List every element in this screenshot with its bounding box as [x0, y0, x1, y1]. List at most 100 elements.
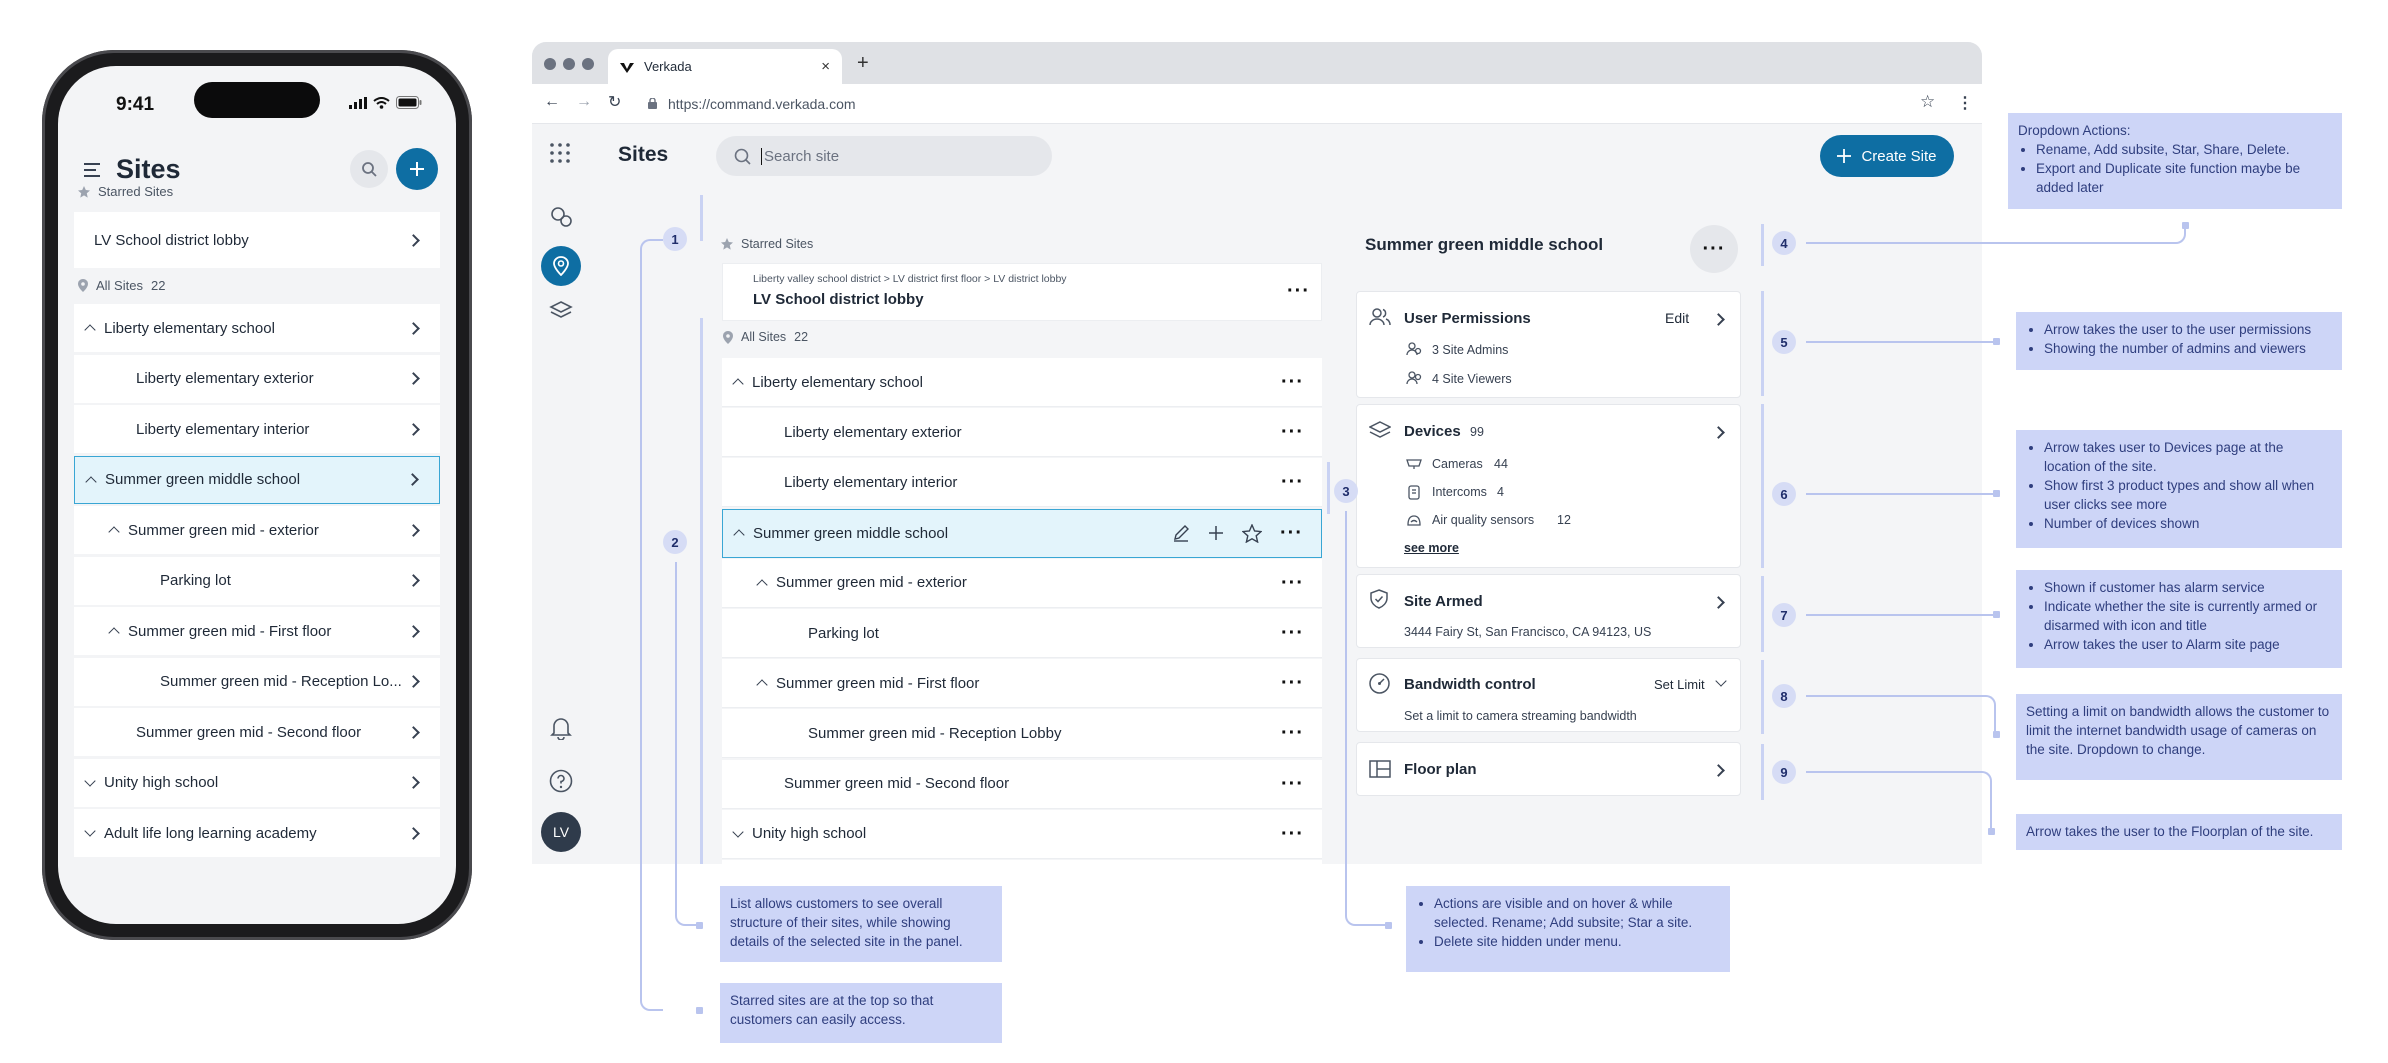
- chevron-right-icon[interactable]: [1712, 426, 1725, 439]
- chevron-right-icon[interactable]: [406, 473, 419, 486]
- edit-pencil-icon[interactable]: [1172, 524, 1190, 542]
- chevron-right-icon[interactable]: [407, 675, 420, 688]
- chevron-down-icon[interactable]: [1715, 675, 1727, 687]
- collapse-icon[interactable]: [108, 526, 120, 538]
- site-row[interactable]: Unity high school ···: [722, 809, 1322, 859]
- chevron-right-icon[interactable]: [407, 321, 420, 335]
- phone-site-row[interactable]: Summer green mid - First floor: [74, 607, 440, 655]
- star-outline-icon[interactable]: [1242, 523, 1263, 543]
- edit-permissions-button[interactable]: Edit: [1665, 310, 1689, 326]
- site-row[interactable]: Summer green middle school ···: [722, 508, 1322, 558]
- collapse-icon[interactable]: [732, 378, 744, 390]
- site-armed-card[interactable]: Site Armed 3444 Fairy St, San Francisco,…: [1356, 574, 1741, 648]
- phone-site-row[interactable]: Summer green mid - exterior: [74, 506, 440, 554]
- chevron-right-icon[interactable]: [407, 624, 420, 638]
- forward-icon[interactable]: →: [576, 93, 592, 111]
- chevron-right-icon[interactable]: [1712, 313, 1725, 326]
- phone-site-row[interactable]: Unity high school: [74, 758, 440, 807]
- more-actions-icon[interactable]: ···: [1281, 673, 1304, 693]
- browser-menu-icon[interactable]: ⋮: [1957, 93, 1973, 113]
- collapse-icon[interactable]: [733, 529, 745, 541]
- collapse-icon[interactable]: [756, 679, 768, 691]
- help-icon[interactable]: [549, 769, 573, 793]
- close-dot[interactable]: [544, 58, 556, 70]
- floor-plan-card[interactable]: Floor plan: [1356, 742, 1741, 796]
- site-row[interactable]: Liberty elementary exterior ···: [722, 408, 1322, 458]
- minimize-dot[interactable]: [563, 58, 575, 70]
- site-row[interactable]: Summer green mid - First floor ···: [722, 659, 1322, 709]
- collapse-icon[interactable]: [85, 475, 97, 488]
- chevron-right-icon[interactable]: [407, 574, 420, 587]
- more-actions-icon[interactable]: ···: [1281, 573, 1304, 593]
- chevron-right-icon[interactable]: [407, 523, 420, 537]
- reload-icon[interactable]: ↻: [608, 92, 621, 112]
- more-actions-icon[interactable]: ···: [1281, 774, 1304, 794]
- site-row[interactable]: Summer green mid - exterior ···: [722, 558, 1322, 608]
- phone-site-row[interactable]: Summer green middle school: [74, 455, 440, 504]
- site-row[interactable]: Liberty elementary school ···: [722, 358, 1322, 407]
- phone-site-row[interactable]: Liberty elementary interior: [74, 405, 440, 453]
- browser-tab[interactable]: Verkada ×: [608, 49, 842, 84]
- expand-icon[interactable]: [732, 826, 744, 838]
- site-row[interactable]: Parking lot ···: [722, 609, 1322, 658]
- close-tab-icon[interactable]: ×: [821, 58, 830, 75]
- bookmark-star-icon[interactable]: ☆: [1920, 92, 1935, 112]
- site-row[interactable]: Adult life long learning academy···: [722, 860, 1322, 864]
- chevron-right-icon[interactable]: [407, 776, 420, 789]
- back-icon[interactable]: ←: [544, 93, 560, 111]
- site-row[interactable]: Summer green mid - Second floor ···: [722, 759, 1322, 809]
- more-actions-icon[interactable]: ···: [1281, 472, 1304, 492]
- devices-card[interactable]: Devices 99 Cameras 44 Intercoms 4 Air qu…: [1356, 404, 1741, 568]
- site-row[interactable]: Liberty elementary interior ···: [722, 458, 1322, 508]
- org-settings-icon[interactable]: [549, 206, 573, 228]
- chevron-right-icon[interactable]: [407, 372, 420, 385]
- chevron-right-icon[interactable]: [1712, 596, 1725, 609]
- more-actions-icon[interactable]: ···: [1287, 281, 1310, 301]
- chevron-right-icon[interactable]: [1712, 764, 1725, 777]
- phone-site-row[interactable]: Liberty elementary school: [74, 304, 440, 352]
- apps-grid-icon[interactable]: [549, 142, 571, 164]
- site-row[interactable]: Summer green mid - Reception Lobby ···: [722, 709, 1322, 759]
- add-subsite-icon[interactable]: [1208, 525, 1224, 541]
- chevron-right-icon[interactable]: [407, 422, 420, 436]
- search-field[interactable]: Search site: [716, 136, 1052, 176]
- phone-site-row[interactable]: Summer green mid - Second floor: [74, 708, 440, 756]
- user-avatar[interactable]: LV: [541, 812, 581, 852]
- detail-more-button[interactable]: ···: [1690, 225, 1738, 273]
- more-actions-icon[interactable]: ···: [1280, 523, 1303, 543]
- starred-site-card[interactable]: LV School district lobby: [74, 212, 440, 268]
- collapse-icon[interactable]: [84, 324, 96, 336]
- collapse-icon[interactable]: [108, 627, 120, 639]
- expand-icon[interactable]: [84, 825, 96, 837]
- chevron-right-icon[interactable]: [407, 725, 420, 739]
- more-actions-icon[interactable]: ···: [1281, 723, 1304, 743]
- more-actions-icon[interactable]: ···: [1281, 824, 1304, 844]
- devices-nav-icon[interactable]: [549, 300, 573, 322]
- add-site-button[interactable]: [396, 148, 438, 190]
- starred-site-row[interactable]: Liberty valley school district > LV dist…: [722, 263, 1322, 321]
- menu-icon[interactable]: [84, 162, 100, 177]
- new-tab-icon[interactable]: +: [857, 52, 869, 75]
- more-actions-icon[interactable]: ···: [1281, 422, 1304, 442]
- more-actions-icon[interactable]: ···: [1281, 623, 1304, 643]
- expand-icon[interactable]: [84, 774, 96, 787]
- notifications-bell-icon[interactable]: [550, 716, 572, 740]
- search-input[interactable]: Search site: [761, 147, 839, 165]
- create-site-button[interactable]: Create Site: [1820, 135, 1954, 177]
- phone-site-row[interactable]: Summer green mid - Reception Lo...: [74, 657, 440, 706]
- user-permissions-card[interactable]: User Permissions Edit 3 Site Admins 4 Si…: [1356, 291, 1741, 398]
- see-more-link[interactable]: see more: [1404, 541, 1459, 555]
- chevron-right-icon[interactable]: [407, 826, 420, 840]
- url-text[interactable]: https://command.verkada.com: [668, 96, 856, 112]
- connector-dot: [1993, 731, 2000, 738]
- collapse-icon[interactable]: [756, 579, 768, 591]
- search-button[interactable]: [350, 150, 388, 188]
- phone-site-row[interactable]: Liberty elementary exterior: [74, 354, 440, 403]
- site-label: Summer green mid - First floor: [776, 674, 980, 692]
- sites-nav-button[interactable]: [541, 246, 581, 286]
- maximize-dot[interactable]: [582, 58, 594, 70]
- more-actions-icon[interactable]: ···: [1281, 372, 1304, 392]
- phone-site-row[interactable]: Adult life long learning academy: [74, 809, 440, 857]
- set-limit-dropdown[interactable]: Set Limit: [1654, 677, 1705, 692]
- phone-site-row[interactable]: Parking lot: [74, 556, 440, 605]
